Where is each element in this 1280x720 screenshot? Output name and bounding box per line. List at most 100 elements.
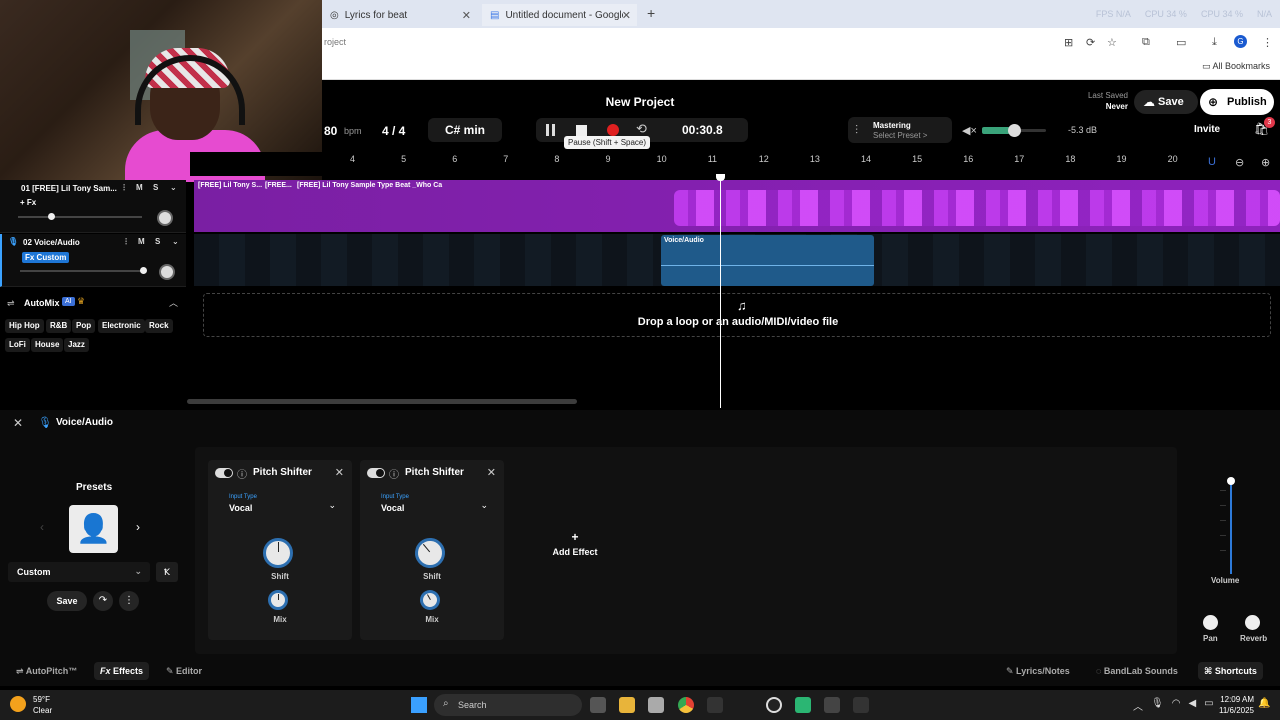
chevron-right-icon[interactable]: › [136,520,140,534]
all-bookmarks-link[interactable]: ▭ All Bookmarks [1202,61,1270,72]
task-view-icon[interactable] [590,697,606,713]
input-type-select[interactable]: Vocal [229,503,252,513]
project-title[interactable]: New Project [322,95,958,109]
mic-icon[interactable]: 🎙 [1151,698,1164,713]
speaker-mute-icon[interactable]: ◀× [962,124,977,137]
loop-icon[interactable]: ⟲ [636,121,650,136]
reverb-dial[interactable] [1245,615,1260,630]
genre-rock[interactable]: Rock [145,319,173,333]
zoom-out-icon[interactable]: ⊖ [1235,156,1244,169]
chevron-down-icon[interactable]: ⌄ [172,237,179,246]
timeline-ruler[interactable]: 4 5 6 7 8 9 10 11 12 13 14 15 16 17 18 19 20 [190,152,1200,176]
wifi-icon[interactable]: ◠ [1172,698,1181,713]
chevron-down-icon[interactable]: ⌄ [170,183,177,192]
more-options-icon[interactable]: ⋮ [119,591,139,611]
publish-button[interactable]: ⊕ Publish [1200,89,1274,115]
channel-volume-fader[interactable] [1216,477,1246,580]
effect-card-2[interactable]: ⓘ Pitch Shifter ✕ Input Type Vocal ⌄ Shi… [360,460,504,640]
close-icon[interactable]: ✕ [487,466,496,479]
effects-tab[interactable]: Fx Effects [94,662,150,680]
add-fx-button[interactable]: + Fx [20,198,36,207]
url-text[interactable]: roject [324,37,346,47]
editor-tab[interactable]: ✎ Editor [160,662,208,680]
preset-avatar[interactable]: 👤 [69,505,118,553]
fx-bypass-icon[interactable]: Ꝁ [156,562,178,582]
star-icon[interactable]: ☆ [1107,36,1117,49]
close-icon[interactable]: ✕ [13,416,23,430]
address-bar[interactable]: roject ⊞ ⟳ ☆ ⧉ ▭ ⤓ G ⋮ [322,28,1280,56]
sidepanel-icon[interactable]: ▭ [1176,36,1186,49]
add-effect-button[interactable]: + Add Effect [540,530,610,557]
genre-house[interactable]: House [31,338,64,352]
cast-icon[interactable]: ⟳ [1086,36,1095,49]
record-button[interactable] [607,124,619,136]
fx-custom-badge[interactable]: Fx Custom [22,252,70,263]
preset-save-button[interactable]: Save [47,591,87,611]
info-icon[interactable]: ⓘ [237,466,247,481]
weather-icon[interactable] [10,696,26,712]
track-options-icon[interactable]: ⋮ [120,183,128,192]
lyrics-button[interactable]: ✎ Lyrics/Notes [1000,662,1076,680]
track-pan-dial[interactable] [159,264,175,280]
track-pan-dial[interactable] [157,210,173,226]
effect-card-1[interactable]: ⓘ Pitch Shifter ✕ Input Type Vocal ⌄ Shi… [208,460,352,640]
autopitch-button[interactable]: ⇌ AutoPitch™ [10,662,83,680]
track-name[interactable]: 02 Voice/Audio [23,238,133,247]
extension-icon[interactable]: ⊞ [1064,36,1073,49]
track-header-2[interactable]: 02 Voice/Audio 🎙 ⋮ M S ⌄ Fx Custom [0,234,186,287]
obs-icon[interactable] [766,697,782,713]
timeline[interactable]: [FREE] Lil Tony S... [FREE... [FREE] Lil… [187,180,1280,410]
beat-clip[interactable]: [FREE] Lil Tony S... [FREE... [FREE] Lil… [194,180,1280,232]
playhead[interactable] [720,176,721,408]
file-explorer-icon[interactable] [619,697,635,713]
close-icon[interactable]: ✕ [335,466,344,479]
taskbar-search[interactable]: ⌕ Search [434,694,582,716]
time-signature[interactable]: 4 / 4 [382,124,405,138]
system-clock[interactable]: 12:09 AM 11/6/2025 [1214,694,1254,716]
voice-clip[interactable]: Voice/Audio [661,235,874,286]
shift-knob[interactable] [408,531,452,575]
share-icon[interactable]: ↷ [93,591,113,611]
invite-button[interactable]: Invite [1194,124,1220,135]
solo-button[interactable]: S [153,183,158,192]
track-name[interactable]: 01 [FREE] Lil Tony Sam... [21,184,131,193]
genre-pop[interactable]: Pop [72,319,96,333]
capcut-icon[interactable] [707,697,723,713]
pause-button[interactable] [544,123,558,137]
effect-toggle[interactable] [215,468,233,478]
chevron-down-icon[interactable]: ⌄ [480,500,488,511]
magnet-icon[interactable]: U [1208,156,1216,168]
bandlab-sounds-button[interactable]: ◌ BandLab Sounds [1090,662,1184,680]
solo-button[interactable]: S [155,237,160,246]
app-terminal-icon[interactable] [853,697,869,713]
horizontal-scrollbar[interactable] [187,399,577,404]
new-tab-button[interactable]: + [647,5,655,21]
stop-button[interactable] [576,125,587,136]
track-header-1[interactable]: 01 [FREE] Lil Tony Sam... ⋮ M S ⌄ + Fx [0,180,186,233]
key-button[interactable]: C# min [428,118,502,142]
preset-select[interactable]: Custom ⌄ [8,562,150,582]
track-volume-knob[interactable] [48,213,55,220]
track-volume-slider[interactable] [18,213,142,220]
info-icon[interactable]: ⓘ [389,466,399,481]
mute-button[interactable]: M [138,237,145,246]
shift-knob[interactable] [263,538,293,568]
chevron-left-icon[interactable]: ‹ [40,520,44,534]
chrome-icon[interactable] [678,697,694,713]
genre-hiphop[interactable]: Hip Hop [5,319,44,333]
app-icon[interactable] [648,697,664,713]
tab-close-icon[interactable]: ✕ [462,9,471,22]
drop-zone[interactable]: ♫ Drop a loop or an audio/MIDI/video fil… [203,293,1271,337]
zoom-in-icon[interactable]: ⊕ [1261,156,1270,169]
mute-button[interactable]: M [136,183,143,192]
mix-knob[interactable] [416,586,444,614]
track-volume-knob[interactable] [140,267,147,274]
shortcuts-button[interactable]: ⌘ Shortcuts [1198,662,1263,680]
track-options-icon[interactable]: ⋮ [122,237,130,246]
volume-fader-knob[interactable] [1227,477,1235,485]
master-volume-knob[interactable] [1008,124,1021,137]
genre-electronic[interactable]: Electronic [98,319,145,333]
input-type-select[interactable]: Vocal [381,503,404,513]
browser-tab-docs[interactable]: ▤ Untitled document - Google D... ✕ [482,4,637,26]
save-button[interactable]: ☁ Save [1134,90,1198,114]
